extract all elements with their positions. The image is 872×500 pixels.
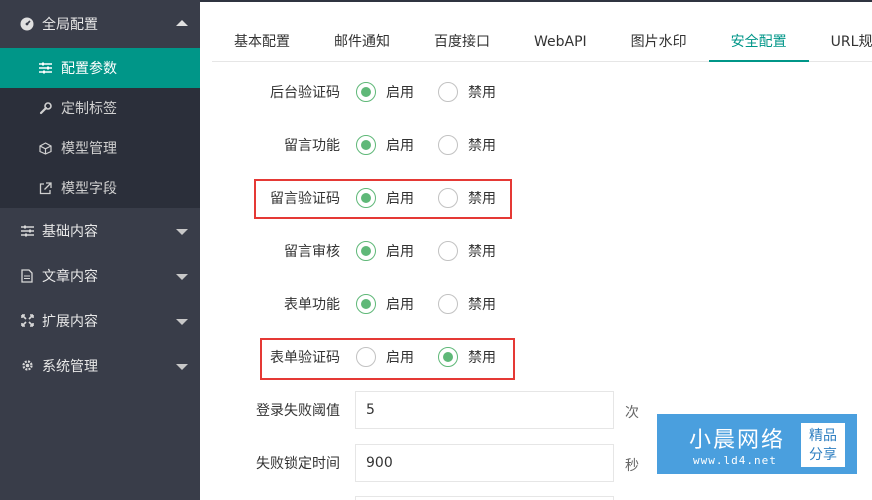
caret-down-icon <box>176 363 188 370</box>
top-border <box>200 0 872 2</box>
subnav-global-config: 配置参数 定制标签 模型管理 模型字段 <box>0 48 200 208</box>
radio-enable[interactable]: 启用 <box>356 82 414 102</box>
sub-item-config-params[interactable]: 配置参数 <box>0 48 200 88</box>
stamp-line1: 精品 <box>809 428 837 444</box>
nav-group-label: 全局配置 <box>42 17 98 33</box>
wrench-icon <box>38 101 52 115</box>
stamp-line2: 分享 <box>809 447 837 463</box>
next-input-partial[interactable] <box>355 496 614 500</box>
setting-label: 留言功能 <box>284 138 340 154</box>
caret-down-icon <box>176 318 188 325</box>
setting-label: 留言验证码 <box>270 191 340 207</box>
radio-enable[interactable]: 启用 <box>356 294 414 314</box>
sub-item-model-manage[interactable]: 模型管理 <box>0 128 200 168</box>
cube-icon <box>38 141 52 155</box>
sub-item-label: 模型管理 <box>61 141 117 157</box>
sub-item-model-fields[interactable]: 模型字段 <box>0 168 200 208</box>
radio-enable[interactable]: 启用 <box>356 347 414 367</box>
tab-mail[interactable]: 邮件通知 <box>312 22 412 62</box>
nav-group-global-config[interactable]: 全局配置 <box>0 0 200 48</box>
setting-label: 登录失败阈值 <box>256 403 340 419</box>
external-link-icon <box>38 181 52 195</box>
tab-watermark[interactable]: 图片水印 <box>609 22 709 62</box>
caret-down-icon <box>176 228 188 235</box>
nav-group-system-manage[interactable]: 系统管理 <box>0 343 200 388</box>
nav-group-label: 基础内容 <box>42 223 98 240</box>
sub-item-custom-tags[interactable]: 定制标签 <box>0 88 200 128</box>
sub-item-label: 模型字段 <box>61 181 117 197</box>
radio-disable[interactable]: 禁用 <box>438 188 496 208</box>
watermark-title: 小晨网络 <box>689 428 786 453</box>
setting-label: 失败锁定时间 <box>256 456 340 472</box>
unit-label: 秒 <box>625 458 639 474</box>
login-threshold-input[interactable]: 5 <box>355 391 614 429</box>
nav-group-label: 系统管理 <box>42 358 98 375</box>
radio-disable[interactable]: 禁用 <box>438 135 496 155</box>
radio-enable[interactable]: 启用 <box>356 188 414 208</box>
nav-group-extend-content[interactable]: 扩展内容 <box>0 298 200 343</box>
setting-row-form: 表单功能 启用 禁用 <box>200 289 872 319</box>
nav-group-article-content[interactable]: 文章内容 <box>0 253 200 298</box>
tab-security[interactable]: 安全配置 <box>708 22 809 62</box>
radio-enable[interactable]: 启用 <box>356 241 414 261</box>
sliders-icon <box>38 61 52 75</box>
unit-label: 次 <box>625 405 639 421</box>
radio-disable[interactable]: 禁用 <box>438 241 496 261</box>
radio-disable[interactable]: 禁用 <box>438 347 496 367</box>
setting-label: 表单验证码 <box>270 350 340 366</box>
watermark-url: www.ld4.net <box>693 454 777 467</box>
dashboard-icon <box>20 17 34 31</box>
caret-up-icon <box>176 20 188 26</box>
sub-item-label: 定制标签 <box>61 101 117 117</box>
nav-group-basic-content[interactable]: 基础内容 <box>0 208 200 253</box>
sidebar: 全局配置 配置参数 定制标签 模型管理 模型字段 基础内容 文章内容 扩展内容 … <box>0 0 200 500</box>
radio-enable[interactable]: 启用 <box>356 135 414 155</box>
watermark-stamp: 精品 分享 <box>801 423 845 467</box>
tab-bar: 基本配置 邮件通知 百度接口 WebAPI 图片水印 安全配置 URL规则 <box>212 22 872 62</box>
nav-group-label: 扩展内容 <box>42 313 98 330</box>
sub-item-label: 配置参数 <box>61 61 117 77</box>
setting-row-message-captcha: 留言验证码 启用 禁用 <box>200 183 872 213</box>
tab-webapi[interactable]: WebAPI <box>512 22 609 62</box>
setting-row-message: 留言功能 启用 禁用 <box>200 130 872 160</box>
nav-group-label: 文章内容 <box>42 268 98 285</box>
setting-row-form-captcha: 表单验证码 启用 禁用 <box>200 342 872 372</box>
setting-label: 表单功能 <box>284 297 340 313</box>
watermark-badge: 小晨网络 www.ld4.net 精品 分享 <box>657 414 857 474</box>
setting-label: 留言审核 <box>284 244 340 260</box>
sliders-icon <box>20 224 34 238</box>
lock-time-input[interactable]: 900 <box>355 444 614 482</box>
setting-label: 后台验证码 <box>270 85 340 101</box>
gear-icon <box>20 359 34 373</box>
setting-row-message-review: 留言审核 启用 禁用 <box>200 236 872 266</box>
radio-disable[interactable]: 禁用 <box>438 82 496 102</box>
tab-basic[interactable]: 基本配置 <box>212 22 312 62</box>
expand-icon <box>20 314 34 328</box>
tab-baidu[interactable]: 百度接口 <box>412 22 512 62</box>
caret-down-icon <box>176 273 188 280</box>
radio-disable[interactable]: 禁用 <box>438 294 496 314</box>
setting-row-admin-captcha: 后台验证码 启用 禁用 <box>200 77 872 107</box>
tab-url-rules[interactable]: URL规则 <box>809 22 872 62</box>
file-icon <box>20 268 34 283</box>
